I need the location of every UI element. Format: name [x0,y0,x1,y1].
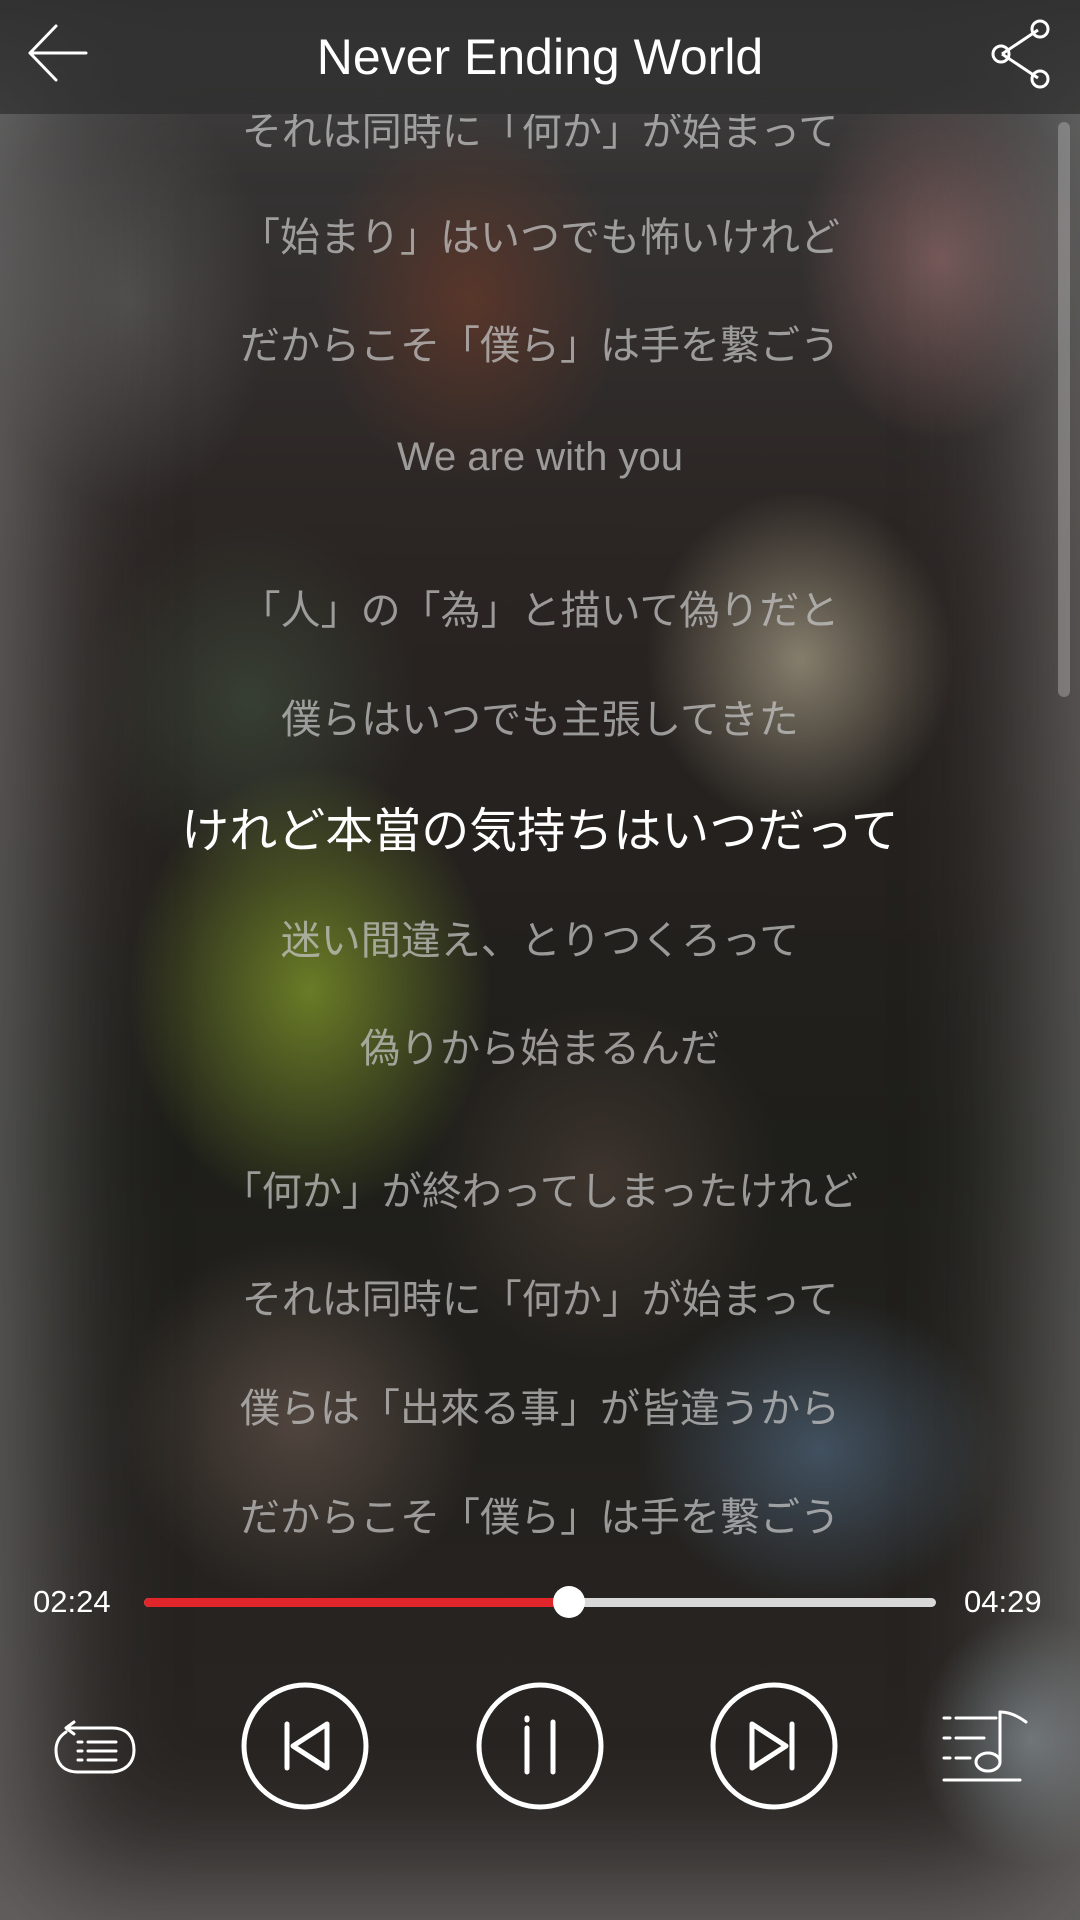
progress-knob[interactable] [552,1586,585,1618]
lyrics-note-icon [942,1710,1028,1782]
lyric-line[interactable]: 「人」の「為」と描いて偽りだと [0,581,1080,641]
top-bar: Never Ending World [0,0,1080,114]
share-icon [991,19,1050,89]
lyrics-list[interactable]: それは同時に「何か」が始まって 「始まり」はいつでも怖いけれど だからこそ「僕ら… [0,114,1080,1574]
progress-fill [144,1598,569,1607]
share-button[interactable] [990,18,1054,90]
lyric-line[interactable]: それは同時に「何か」が始まって [0,114,1080,162]
play-mode-button[interactable] [50,1712,140,1788]
progress-bar[interactable] [144,1586,936,1618]
lyrics-scrollbar[interactable] [1058,122,1070,697]
skip-next-icon [710,1682,838,1810]
lyric-line[interactable]: We are with you [0,427,1080,487]
skip-previous-icon [241,1682,369,1810]
previous-button[interactable] [241,1682,369,1810]
lyric-line[interactable]: 迷い間違え、とりつくろって [0,911,1080,971]
lyrics-button[interactable] [940,1704,1030,1790]
lyric-line[interactable]: それは同時に「何か」が始まって [0,1270,1080,1330]
pause-icon [476,1682,604,1810]
lyric-line[interactable]: 僕らは「出來る事」が皆違うから [0,1379,1080,1439]
total-time: 04:29 [964,1584,1042,1619]
lyric-line[interactable]: だからこそ「僕ら」は手を繋ごう [0,1488,1080,1548]
next-button[interactable] [710,1682,838,1810]
lyric-line[interactable]: 僕らはいつでも主張してきた [0,690,1080,750]
arrow-left-icon [28,24,88,82]
lyric-line-current[interactable]: けれど本當の気持ちはいつだって [0,801,1080,861]
lyric-line[interactable]: 「何か」が終わってしまったけれど [0,1162,1080,1222]
song-title: Never Ending World [316,29,764,85]
playlist-repeat-icon [54,1720,136,1774]
lyric-line[interactable]: だからこそ「僕ら」は手を繋ごう [0,316,1080,376]
lyric-line[interactable]: 「始まり」はいつでも怖いけれど [0,208,1080,268]
pause-button[interactable] [476,1682,604,1810]
lyric-line[interactable]: 偽りから始まるんだ [0,1019,1080,1079]
back-button[interactable] [22,18,92,88]
elapsed-time: 02:24 [33,1584,111,1619]
